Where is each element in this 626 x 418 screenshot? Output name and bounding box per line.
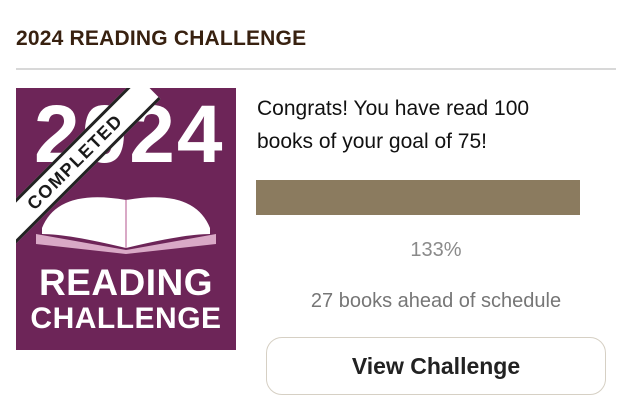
badge-line-reading: READING bbox=[38, 262, 214, 303]
badge-line-challenge: CHALLENGE bbox=[30, 302, 222, 335]
congrats-message: Congrats! You have read 100 books of you… bbox=[257, 97, 530, 153]
progress-bar bbox=[256, 180, 580, 215]
widget-title: 2024 READING CHALLENGE bbox=[16, 27, 307, 50]
header-divider bbox=[16, 68, 616, 70]
challenge-badge[interactable]: 2024 COMPLETED READING CHALLENGE bbox=[16, 88, 236, 350]
schedule-status: 27 books ahead of schedule bbox=[310, 290, 562, 312]
progress-bar-fill bbox=[256, 180, 580, 215]
view-challenge-button[interactable]: View Challenge bbox=[266, 337, 606, 395]
reading-challenge-widget: 2024 READING CHALLENGE 2024 COMPLETED RE… bbox=[0, 0, 626, 418]
progress-percent: 133% bbox=[410, 239, 462, 261]
